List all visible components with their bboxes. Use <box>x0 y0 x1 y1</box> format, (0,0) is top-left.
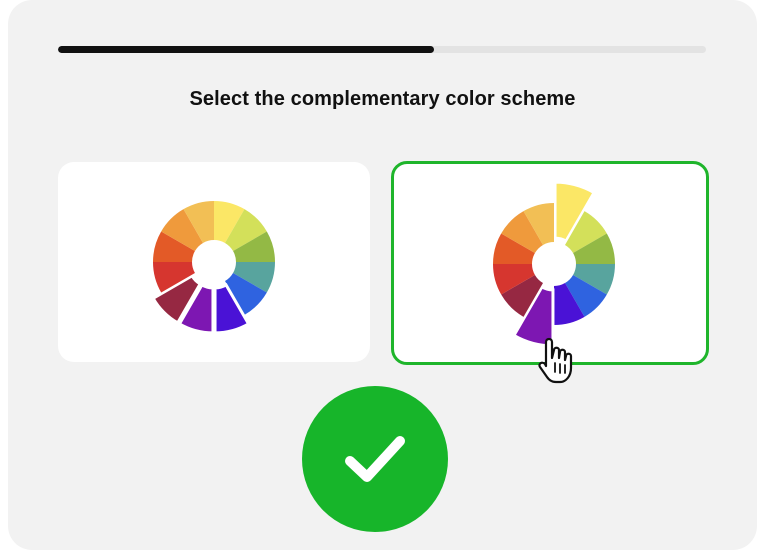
checkmark-icon <box>345 436 405 482</box>
color-wheel-b <box>493 180 615 348</box>
question-title: Select the complementary color scheme <box>189 88 576 110</box>
progress-fill <box>58 46 434 53</box>
progress-bar <box>58 46 706 53</box>
success-badge <box>302 386 448 532</box>
color-wheel-a <box>151 201 275 335</box>
option-a-card[interactable] <box>58 162 370 362</box>
option-b-card[interactable] <box>391 161 709 365</box>
hand-pointer-icon <box>538 337 573 384</box>
